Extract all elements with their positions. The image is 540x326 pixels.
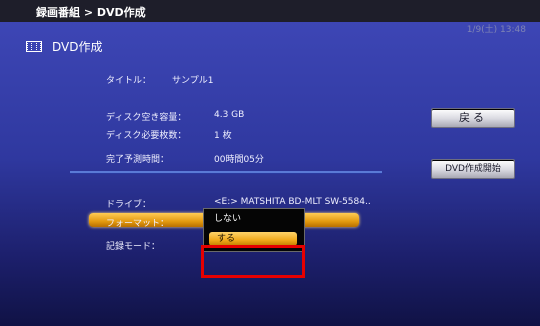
title-bar: 録画番組 > DVD作成	[0, 0, 540, 23]
title-label: タイトル：	[106, 76, 152, 86]
drive-value: <E:> MATSHITA BD-MLT SW-5584..	[214, 197, 371, 207]
main-panel: DVD作成 タイトル： サンプル1 ディスク空き容量： 4.3 GB ディスク必…	[0, 22, 540, 326]
page-header: DVD作成	[26, 38, 102, 55]
free-space-label: ディスク空き容量：	[106, 113, 187, 123]
discs-needed-label: ディスク必要枚数：	[106, 131, 187, 141]
format-label: フォーマット：	[106, 219, 170, 229]
completion-value: 00時間05分	[214, 155, 264, 165]
record-mode-label: 記録モード：	[106, 242, 161, 252]
discs-needed-value: 1 枚	[214, 131, 232, 141]
completion-label: 完了予測時間：	[106, 155, 170, 165]
option-no[interactable]: しない	[204, 209, 304, 229]
option-yes[interactable]: する	[209, 232, 297, 246]
film-icon	[26, 41, 42, 52]
free-space-value: 4.3 GB	[214, 110, 245, 120]
clock: 1/9(土) 13:48	[466, 25, 526, 35]
highlight-box	[201, 245, 305, 278]
divider	[70, 171, 382, 174]
dvd-start-button[interactable]: DVD作成開始	[431, 159, 515, 179]
drive-label: ドライブ：	[106, 200, 152, 210]
breadcrumb: 録画番組 > DVD作成	[36, 6, 146, 19]
page-title: DVD作成	[52, 40, 103, 54]
title-value: サンプル1	[172, 76, 214, 86]
back-button[interactable]: 戻る	[431, 108, 515, 128]
